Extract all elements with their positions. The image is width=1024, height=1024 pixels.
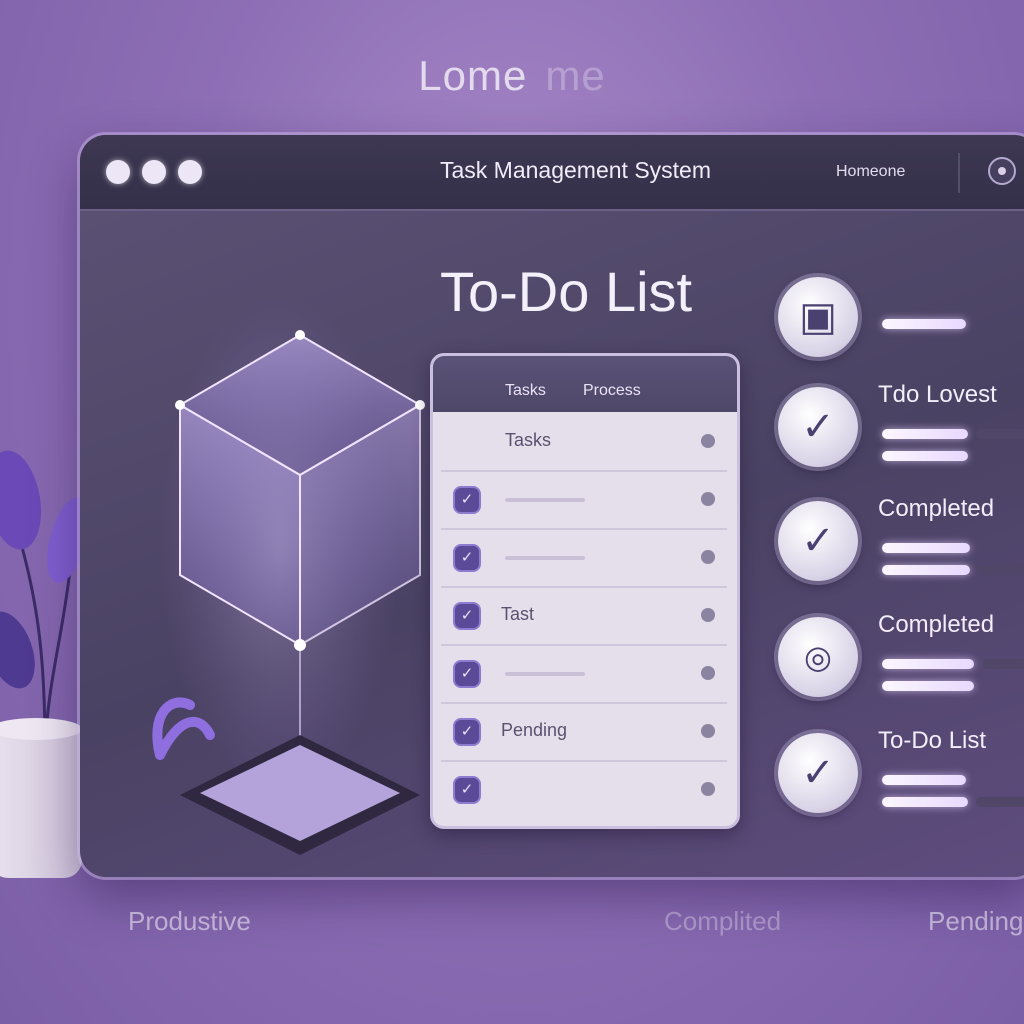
status-item[interactable]: ▣ — [770, 277, 1024, 387]
title-separator — [958, 153, 960, 193]
progress-bar — [882, 659, 974, 669]
list-item[interactable]: ✓ Tast — [441, 588, 727, 646]
title-bar: Task Management System Homeone — [80, 135, 1024, 211]
task-placeholder-line — [505, 556, 585, 560]
task-placeholder-line — [505, 672, 585, 676]
list-item[interactable]: ✓ Pending — [441, 704, 727, 762]
window-title: Task Management System — [440, 157, 712, 183]
checkbox-checked-icon[interactable]: ✓ — [453, 776, 481, 804]
checkbox-checked-icon[interactable]: ✓ — [453, 544, 481, 572]
checkbox-checked-icon[interactable]: ✓ — [453, 486, 481, 514]
app-window: Task Management System Homeone To-Do Lis… — [80, 135, 1024, 877]
task-placeholder-line — [505, 498, 585, 502]
status-label: Completed — [878, 611, 995, 638]
list-item[interactable]: ✓ — [441, 762, 727, 818]
more-icon[interactable] — [701, 724, 715, 738]
progress-bar — [882, 451, 968, 461]
chat-icon[interactable]: ▣ — [778, 277, 858, 357]
background-heading: Lome me — [0, 52, 1024, 100]
list-item[interactable]: ✓ — [441, 472, 727, 530]
more-icon[interactable] — [701, 550, 715, 564]
checkbox-checked-icon[interactable]: ✓ — [453, 602, 481, 630]
list-item[interactable]: ✓ — [441, 530, 727, 588]
tab-tasks[interactable]: Tasks — [505, 382, 546, 400]
page-title: To-Do List — [440, 260, 693, 323]
progress-track — [976, 429, 1024, 439]
task-notepad: Tasks Process Tasks ✓ ✓ ✓ Tast ✓ ✓ Pendi… — [430, 353, 740, 829]
plant-pot — [0, 718, 82, 878]
footer-label-pending: Pending — [928, 906, 1024, 936]
background-heading-text: Lome — [418, 52, 528, 99]
list-item-label: Tast — [501, 604, 535, 624]
cube-illustration — [152, 295, 425, 855]
list-item-label: Pending — [501, 720, 568, 740]
window-dot-3[interactable] — [178, 160, 202, 184]
account-icon[interactable] — [988, 157, 1016, 185]
status-label: To-Do List — [878, 727, 987, 754]
more-icon[interactable] — [701, 608, 715, 622]
message-icon[interactable]: ◎ — [778, 617, 858, 697]
checkbox-checked-icon[interactable]: ✓ — [453, 718, 481, 746]
progress-track — [976, 797, 1024, 807]
progress-track — [978, 565, 1024, 575]
more-icon[interactable] — [701, 492, 715, 506]
window-dot-1[interactable] — [106, 160, 130, 184]
background-heading-ghost: me — [545, 52, 606, 99]
progress-track — [982, 659, 1024, 669]
list-item[interactable]: ✓ — [441, 646, 727, 704]
progress-bar — [882, 543, 970, 553]
footer-label-completed: Complited — [664, 906, 782, 936]
check-icon[interactable]: ✓ — [778, 387, 858, 467]
progress-bar — [882, 565, 970, 575]
status-item[interactable]: ✓ To-Do List — [770, 727, 1024, 843]
status-label: Completed — [878, 495, 995, 522]
status-label: Tdo Lovest — [878, 381, 997, 408]
notepad-header: Tasks Process — [433, 356, 737, 412]
status-item[interactable]: ✓ Tdo Lovest — [770, 381, 1024, 497]
progress-bar — [882, 429, 968, 439]
window-dot-2[interactable] — [142, 160, 166, 184]
status-item[interactable]: ✓ Completed — [770, 495, 1024, 611]
list-item-label: Tasks — [505, 430, 552, 450]
more-icon[interactable] — [701, 782, 715, 796]
footer-label-productive: Produstive — [128, 906, 251, 936]
check-icon[interactable]: ✓ — [778, 733, 858, 813]
more-icon[interactable] — [701, 434, 715, 448]
progress-bar — [882, 681, 974, 691]
tab-process[interactable]: Process — [583, 382, 641, 400]
list-item[interactable]: Tasks — [441, 414, 727, 472]
check-icon[interactable]: ✓ — [778, 501, 858, 581]
nav-link-home[interactable]: Homeone — [836, 163, 905, 181]
checkbox-checked-icon[interactable]: ✓ — [453, 660, 481, 688]
progress-bar — [882, 319, 966, 329]
progress-bar — [882, 797, 968, 807]
more-icon[interactable] — [701, 666, 715, 680]
progress-bar — [882, 775, 966, 785]
status-item[interactable]: ◎ Completed — [770, 611, 1024, 727]
